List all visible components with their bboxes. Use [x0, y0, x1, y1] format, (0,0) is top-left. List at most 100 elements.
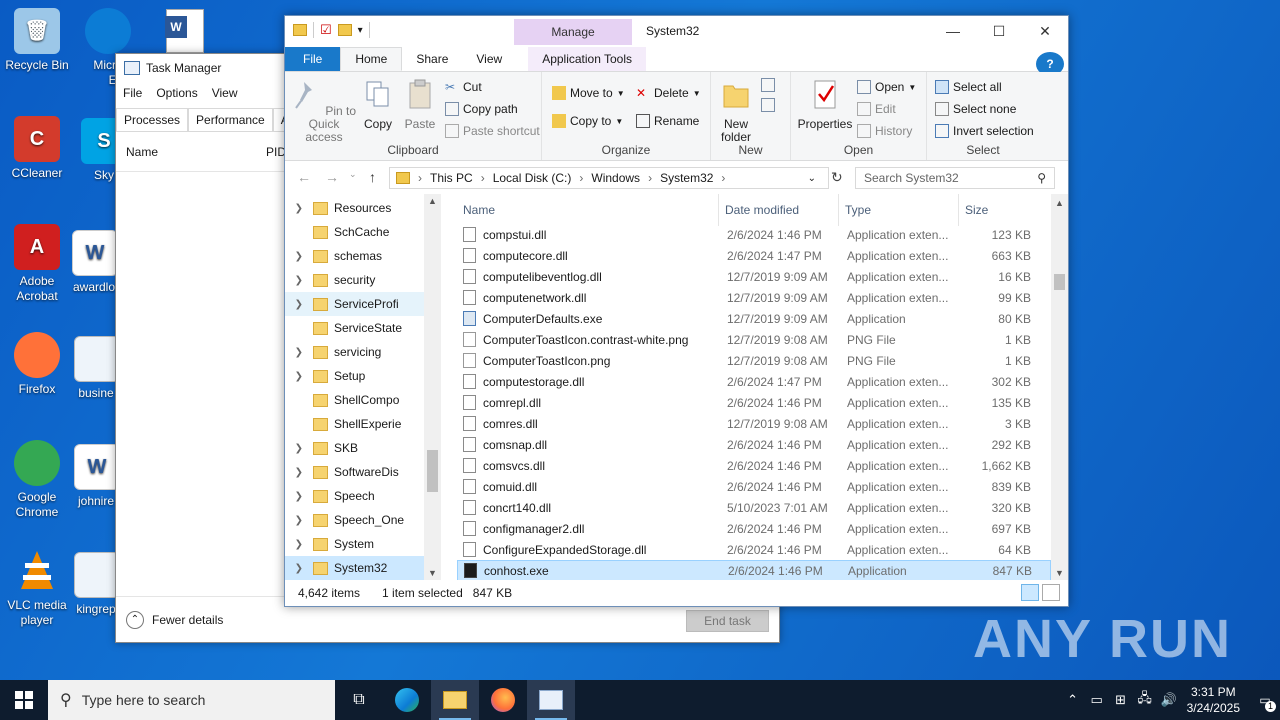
- chevron-right-icon[interactable]: ❯: [285, 539, 313, 550]
- new-folder-icon[interactable]: [337, 24, 352, 36]
- breadcrumb-local-disk[interactable]: Local Disk (C:): [493, 171, 572, 185]
- taskbar-search-box[interactable]: ⚲ Type here to search: [48, 680, 335, 720]
- minimize-icon[interactable]: —: [930, 16, 976, 46]
- start-button[interactable]: [0, 680, 48, 720]
- address-bar[interactable]: › This PC › Local Disk (C:) › Windows › …: [389, 167, 829, 189]
- file-row[interactable]: computenetwork.dll 12/7/2019 9:09 AM Appli…: [457, 287, 1051, 308]
- nav-tree-item[interactable]: ❯ servicing: [285, 340, 440, 364]
- end-task-button[interactable]: End task: [686, 610, 769, 632]
- tab-file[interactable]: File: [285, 47, 341, 71]
- notification-center-icon[interactable]: ▭ 1: [1250, 680, 1280, 720]
- tab-home[interactable]: Home: [340, 47, 403, 71]
- column-type[interactable]: Type: [839, 194, 959, 226]
- open-button[interactable]: Open ▼: [857, 80, 916, 94]
- chevron-right-icon[interactable]: ❯: [285, 371, 313, 382]
- network-icon[interactable]: 🖧: [1133, 689, 1157, 711]
- file-row[interactable]: ConfigureExpandedStorage.dll 2/6/2024 1:4…: [457, 539, 1051, 560]
- breadcrumb-windows[interactable]: Windows: [591, 171, 640, 185]
- desktop-icon-firefox[interactable]: Firefox: [0, 332, 74, 397]
- tab-processes[interactable]: Processes: [116, 108, 189, 131]
- taskbar-edge[interactable]: [383, 680, 431, 720]
- customize-toolbar-icon[interactable]: ▾: [358, 25, 363, 36]
- cut-button[interactable]: ✂ Cut: [445, 80, 482, 94]
- nav-tree-item[interactable]: ❯ System: [285, 532, 440, 556]
- select-none-button[interactable]: Select none: [935, 102, 1016, 116]
- address-dropdown-icon[interactable]: ⌄: [808, 173, 816, 184]
- properties-button[interactable]: Properties: [797, 78, 853, 131]
- file-row[interactable]: comrepl.dll 2/6/2024 1:46 PM Application e…: [457, 392, 1051, 413]
- device-icon[interactable]: ⊞: [1109, 692, 1133, 708]
- large-icons-view-icon[interactable]: [1042, 584, 1060, 601]
- recent-locations-icon[interactable]: ⌄: [349, 169, 357, 180]
- maximize-icon[interactable]: ☐: [976, 16, 1022, 46]
- file-explorer-window[interactable]: ☑ ▾ Manage System32 — ☐ ✕ File Home Shar…: [284, 15, 1069, 607]
- chevron-right-icon[interactable]: ❯: [285, 275, 313, 286]
- new-folder-button[interactable]: New folder: [715, 78, 757, 144]
- column-pid[interactable]: PID: [266, 145, 286, 159]
- invert-selection-button[interactable]: Invert selection: [935, 124, 1034, 138]
- tab-application-tools[interactable]: Application Tools: [528, 47, 647, 71]
- file-row[interactable]: comsnap.dll 2/6/2024 1:46 PM Application e…: [457, 434, 1051, 455]
- paste-button[interactable]: Paste: [401, 78, 439, 131]
- scroll-up-icon[interactable]: ▲: [1051, 198, 1068, 208]
- column-date-modified[interactable]: Date modified: [719, 194, 839, 226]
- chevron-right-icon[interactable]: ❯: [285, 299, 313, 310]
- scroll-down-icon[interactable]: ▼: [424, 568, 441, 578]
- history-button[interactable]: History: [857, 124, 912, 138]
- copy-path-button[interactable]: Copy path: [445, 102, 518, 116]
- taskbar-file-explorer[interactable]: [431, 680, 479, 720]
- nav-tree-item[interactable]: ShellExperie: [285, 412, 440, 436]
- select-all-button[interactable]: Select all: [935, 80, 1002, 94]
- nav-tree-item[interactable]: ❯ Resources: [285, 196, 440, 220]
- tab-view[interactable]: View: [462, 47, 516, 71]
- battery-icon[interactable]: ▭: [1085, 692, 1109, 708]
- nav-tree-item[interactable]: ❯ SKB: [285, 436, 440, 460]
- chevron-right-icon[interactable]: ❯: [285, 467, 313, 478]
- nav-scrollbar[interactable]: ▲ ▼: [424, 194, 441, 580]
- nav-tree-item[interactable]: ❯ ServiceProfi: [285, 292, 440, 316]
- desktop-icon-google-chrome[interactable]: Google Chrome: [0, 440, 74, 520]
- volume-icon[interactable]: 🔊: [1157, 692, 1181, 708]
- rename-button[interactable]: Rename: [636, 114, 699, 128]
- desktop-icon-partial[interactable]: Wjohnire: [74, 444, 120, 509]
- tab-performance[interactable]: Performance: [188, 108, 273, 131]
- file-list-scrollbar[interactable]: ▲ ▼: [1051, 194, 1068, 580]
- new-item-buttons[interactable]: [761, 78, 775, 112]
- file-row[interactable]: computelibeventlog.dll 12/7/2019 9:09 AM A…: [457, 266, 1051, 287]
- file-row[interactable]: ComputerToastIcon.png 12/7/2019 9:08 AM PN…: [457, 350, 1051, 371]
- nav-tree-item[interactable]: ❯ security: [285, 268, 440, 292]
- edit-button[interactable]: Edit: [857, 102, 896, 116]
- search-input[interactable]: Search System32 ⚲: [855, 167, 1055, 189]
- nav-tree-item[interactable]: ❯ Setup: [285, 364, 440, 388]
- nav-tree-item[interactable]: ❯ Speech: [285, 484, 440, 508]
- task-view-button[interactable]: ⧉: [335, 680, 383, 720]
- nav-tree-item[interactable]: ❯ System32: [285, 556, 440, 580]
- forward-arrow-icon[interactable]: →: [325, 169, 339, 185]
- desktop-icon-vlc-media-player[interactable]: VLC media player: [0, 548, 74, 628]
- chevron-right-icon[interactable]: ❯: [285, 203, 313, 214]
- chevron-right-icon[interactable]: ❯: [285, 515, 313, 526]
- show-hidden-icons[interactable]: ⌃: [1061, 692, 1085, 708]
- manage-context-tab[interactable]: Manage: [514, 19, 632, 45]
- desktop-icon-adobe-acrobat[interactable]: A Adobe Acrobat: [0, 224, 74, 304]
- details-view-icon[interactable]: [1021, 584, 1039, 601]
- file-row[interactable]: ComputerDefaults.exe 12/7/2019 9:09 AM App…: [457, 308, 1051, 329]
- taskbar-task-manager[interactable]: [527, 680, 575, 720]
- nav-tree-item[interactable]: ❯ SoftwareDis: [285, 460, 440, 484]
- desktop-icon-recycle-bin[interactable]: 🗑 Recycle Bin: [0, 8, 74, 73]
- explorer-titlebar[interactable]: ☑ ▾ Manage System32 — ☐ ✕: [285, 16, 1068, 48]
- file-row[interactable]: computecore.dll 2/6/2024 1:47 PM Applicati…: [457, 245, 1051, 266]
- menu-file[interactable]: File: [116, 86, 149, 100]
- menu-options[interactable]: Options: [149, 86, 204, 100]
- chevron-right-icon[interactable]: ❯: [285, 347, 313, 358]
- paste-shortcut-button[interactable]: Paste shortcut: [445, 124, 540, 138]
- back-arrow-icon[interactable]: ←: [297, 169, 311, 185]
- desktop-icon-partial[interactable]: busine: [74, 336, 120, 401]
- chevron-up-icon[interactable]: ⌃: [126, 610, 144, 629]
- up-arrow-icon[interactable]: ↑: [369, 169, 376, 185]
- column-name[interactable]: Name: [116, 145, 266, 159]
- move-to-button[interactable]: Move to ▼: [552, 86, 625, 100]
- tab-share[interactable]: Share: [402, 47, 462, 71]
- refresh-icon[interactable]: ↻: [831, 169, 843, 186]
- file-row[interactable]: computestorage.dll 2/6/2024 1:47 PM Applic…: [457, 371, 1051, 392]
